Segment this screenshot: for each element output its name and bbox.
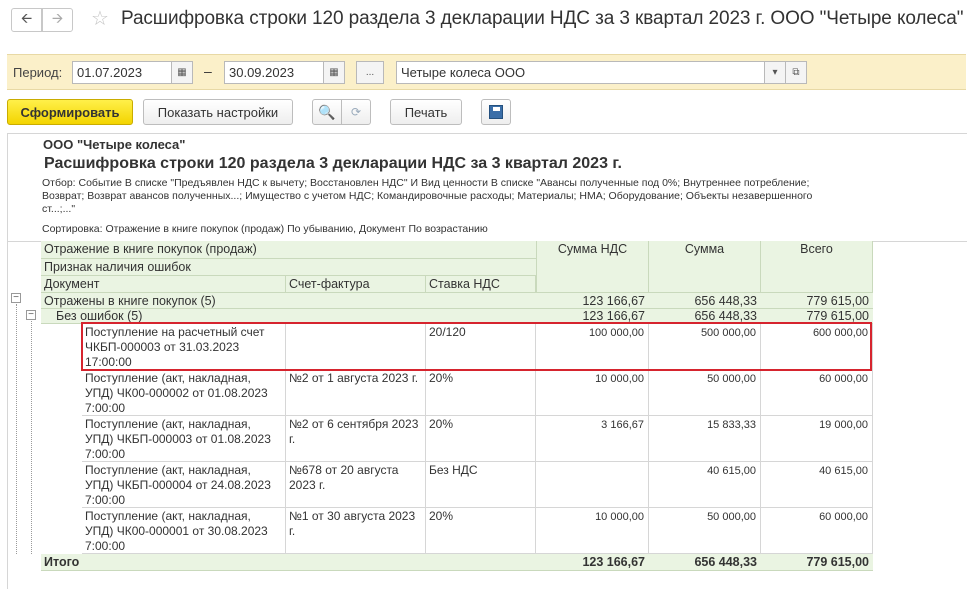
period-from-calendar-button[interactable]: ▦ [171,61,193,84]
period-to-calendar-button[interactable]: ▦ [323,61,345,84]
period-from-input[interactable]: 01.07.2023 [72,61,172,84]
back-button[interactable]: 🡨 [11,8,42,32]
row5-invoice[interactable]: №1 от 30 августа 2023 г. [286,508,426,554]
totals-vat: 123 166,67 [536,554,649,571]
period-select-button[interactable]: ... [356,61,384,84]
row2-total: 60 000,00 [761,370,873,416]
header-group2: Признак наличия ошибок [41,259,536,276]
row3-document[interactable]: Поступление (акт, накладная, УПД) ЧКБП-0… [82,416,286,462]
row2-rate: 20% [426,370,536,416]
row3-total: 19 000,00 [761,416,873,462]
row5-vat: 10 000,00 [536,508,649,554]
row2-invoice[interactable]: №2 от 1 августа 2023 г. [286,370,426,416]
totals-label: Итого [41,554,536,571]
report-filter: Отбор: Событие В списке "Предъявлен НДС … [42,177,813,215]
arrow-right-icon: 🡪 [51,10,64,26]
period-label: Период: [13,65,63,80]
calendar-icon: ▦ [177,67,187,78]
collapse-level2-icon[interactable]: − [26,310,36,320]
search-button[interactable]: 🔍 [312,99,342,125]
report-title: Расшифровка строки 120 раздела 3 деклара… [44,155,622,172]
organization-dropdown-button[interactable]: ▾ [764,61,786,84]
group-level1-sum: 656 448,33 [649,293,761,309]
row2-document[interactable]: Поступление (акт, накладная, УПД) ЧК00-0… [82,370,286,416]
report-organization: ООО "Четыре колеса" [43,137,186,152]
row5-rate: 20% [426,508,536,554]
chevron-down-icon: ▾ [772,67,778,78]
row5-total: 60 000,00 [761,508,873,554]
row3-invoice[interactable]: №2 от 6 сентября 2023 г. [286,416,426,462]
header-group1: Отражение в книге покупок (продаж) [41,241,536,259]
collapse-level1-icon[interactable]: − [11,293,21,303]
tree-line [16,304,17,554]
row3-rate: 20% [426,416,536,462]
period-to-input[interactable]: 30.09.2023 [224,61,324,84]
row5-document[interactable]: Поступление (акт, накладная, УПД) ЧК00-0… [82,508,286,554]
tree-line [31,321,32,554]
organization-open-button[interactable]: ⧉ [785,61,807,84]
print-button[interactable]: Печать [390,99,462,125]
highlight-frame [81,322,872,371]
organization-input[interactable]: Четыре колеса ООО [396,61,766,84]
save-icon [489,105,503,119]
forward-button[interactable]: 🡪 [42,8,73,32]
search-cancel-icon: ⟳ [350,105,362,119]
search-cancel-button[interactable]: ⟳ [341,99,371,125]
header-total: Всего [761,241,873,293]
header-sum: Сумма [649,241,761,293]
totals-total: 779 615,00 [761,554,873,571]
search-icon: 🔍 [318,103,336,120]
open-window-icon: ⧉ [792,67,800,78]
header-rate: Ставка НДС [426,276,536,293]
title-bar: 🡨 🡪 ☆ Расшифровка строки 120 раздела 3 д… [0,0,967,40]
row5-sum: 50 000,00 [649,508,761,554]
group-level1-vat: 123 166,67 [536,293,649,309]
row2-vat: 10 000,00 [536,370,649,416]
period-dash: – [204,63,212,79]
header-vat-sum: Сумма НДС [536,241,649,293]
calendar-icon: ▦ [329,67,339,78]
row4-sum: 40 615,00 [649,462,761,508]
window-title: Расшифровка строки 120 раздела 3 деклара… [121,8,964,29]
show-settings-button[interactable]: Показать настройки [143,99,293,125]
row4-rate: Без НДС [426,462,536,508]
favorite-star-icon[interactable]: ☆ [91,6,109,31]
save-button[interactable] [481,99,511,125]
group-level1-total: 779 615,00 [761,293,873,309]
report-sort: Сортировка: Отражение в книге покупок (п… [42,223,488,235]
group-level1-label[interactable]: Отражены в книге покупок (5) [41,293,536,309]
row4-total: 40 615,00 [761,462,873,508]
row3-vat: 3 166,67 [536,416,649,462]
arrow-left-icon: 🡨 [20,10,33,26]
period-bar: Период: 01.07.2023 ▦ – 30.09.2023 ▦ ... … [7,54,966,90]
row2-sum: 50 000,00 [649,370,761,416]
row4-invoice[interactable]: №678 от 20 августа 2023 г. [286,462,426,508]
totals-sum: 656 448,33 [649,554,761,571]
row4-vat [536,462,649,508]
header-document: Документ [41,276,286,293]
row4-document[interactable]: Поступление (акт, накладная, УПД) ЧКБП-0… [82,462,286,508]
header-invoice: Счет-фактура [286,276,426,293]
generate-button[interactable]: Сформировать [7,99,133,125]
row3-sum: 15 833,33 [649,416,761,462]
